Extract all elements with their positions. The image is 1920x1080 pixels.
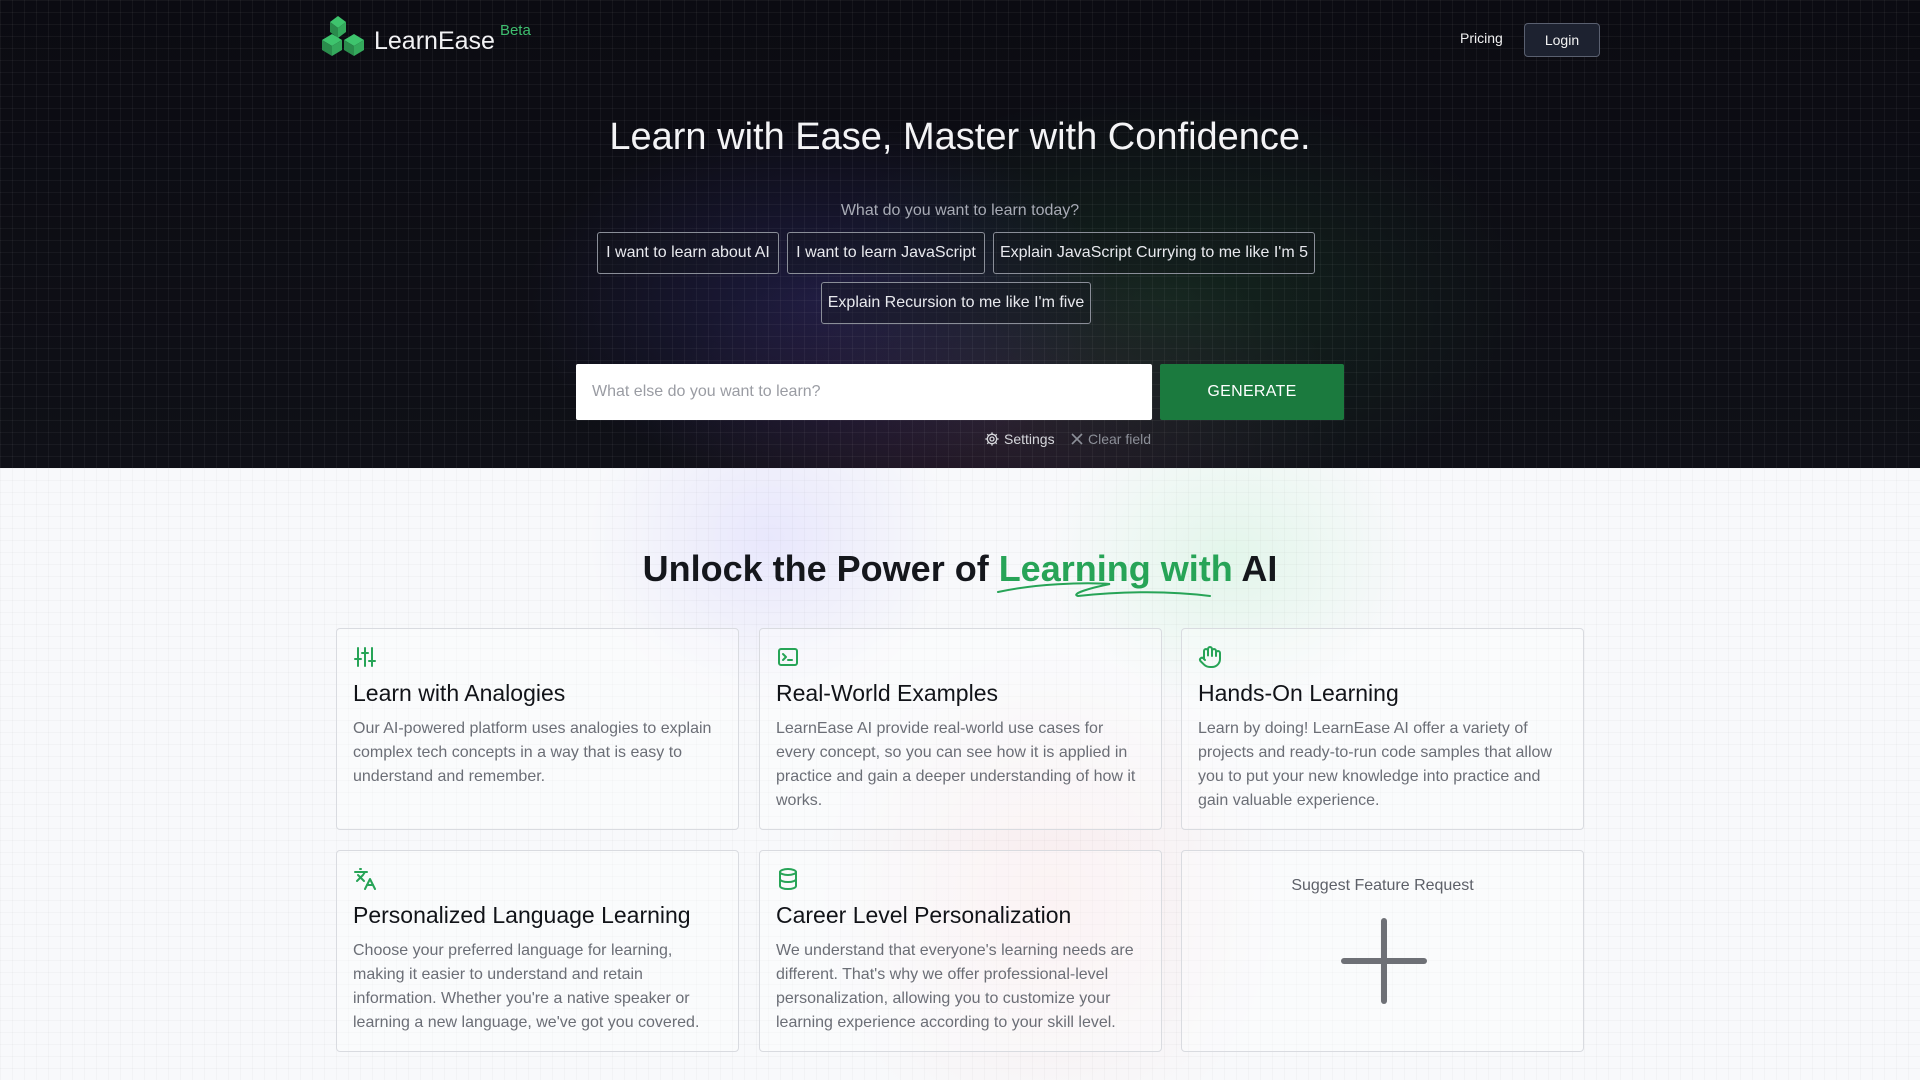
feature-card: Hands-On Learning Learn by doing! LearnE…	[1181, 628, 1584, 830]
close-icon	[1071, 433, 1083, 445]
features-title-prefix: Unlock the Power of	[642, 548, 999, 589]
suggestion-chip[interactable]: I want to learn JavaScript	[787, 232, 985, 274]
feature-card: Learn with Analogies Our AI-powered plat…	[336, 628, 739, 830]
feature-card-desc: Choose your preferred language for learn…	[353, 942, 700, 1031]
suggestion-chip[interactable]: Explain JavaScript Currying to me like I…	[993, 232, 1315, 274]
brand-name: LearnEase	[374, 26, 495, 55]
hand-icon	[1199, 646, 1221, 668]
highlight-underline	[997, 582, 1211, 598]
hero-title: Learn with Ease, Master with Confidence.	[609, 116, 1311, 158]
suggestion-chip[interactable]: I want to learn about AI	[597, 232, 779, 274]
feature-card-title: Personalized Language Learning	[353, 902, 691, 928]
features-section: Unlock the Power of Learning with AI Lea…	[0, 468, 1920, 1080]
feature-card-desc: We understand that everyone's learning n…	[776, 942, 1134, 1031]
features-title-suffix: AI	[1232, 548, 1278, 589]
nav-pricing-link[interactable]: Pricing	[1460, 30, 1503, 46]
hero-subtitle: What do you want to learn today?	[840, 202, 1080, 219]
search-input[interactable]	[576, 364, 1152, 420]
sliders-icon	[354, 647, 376, 667]
hero-section: LearnEase Beta Pricing Login Learn with …	[0, 0, 1920, 468]
suggest-feature-label: Suggest Feature Request	[1291, 877, 1474, 894]
translate-icon	[354, 868, 376, 890]
logo[interactable]: LearnEase Beta	[320, 16, 531, 62]
clear-field-link[interactable]: Clear field	[1070, 429, 1151, 449]
feature-card: Real-World Examples LearnEase AI provide…	[759, 628, 1162, 830]
login-button[interactable]: Login	[1524, 23, 1600, 57]
feature-card-desc: LearnEase AI provide real-world use case…	[776, 720, 1136, 809]
feature-card-title: Learn with Analogies	[353, 680, 566, 706]
suggestion-chip[interactable]: Explain Recursion to me like I'm five	[821, 282, 1091, 324]
generate-button[interactable]: GENERATE	[1160, 364, 1344, 420]
gear-icon	[985, 432, 999, 446]
feature-card: Career Level Personalization We understa…	[759, 850, 1162, 1052]
logo-icon	[322, 16, 364, 56]
settings-link[interactable]: Settings	[984, 429, 1055, 449]
terminal-icon	[778, 648, 798, 666]
feature-card-title: Hands-On Learning	[1198, 680, 1399, 706]
settings-label: Settings	[1004, 431, 1055, 447]
suggest-feature-card[interactable]: Suggest Feature Request	[1181, 850, 1584, 1052]
features-title: Unlock the Power of Learning with AI	[0, 548, 1920, 590]
feature-card-title: Career Level Personalization	[776, 902, 1072, 928]
beta-badge: Beta	[499, 22, 531, 39]
database-icon	[779, 868, 797, 890]
feature-card-desc: Learn by doing! LearnEase AI offer a var…	[1198, 720, 1552, 809]
feature-card: Personalized Language Learning Choose yo…	[336, 850, 739, 1052]
feature-card-desc: Our AI-powered platform uses analogies t…	[353, 720, 712, 785]
clear-field-label: Clear field	[1088, 431, 1152, 447]
feature-card-title: Real-World Examples	[776, 680, 998, 706]
plus-icon[interactable]	[1340, 917, 1428, 1005]
